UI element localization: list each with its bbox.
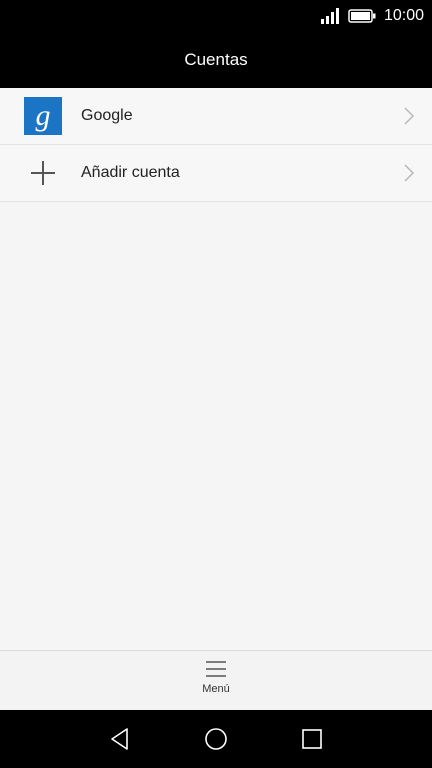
bottom-menu-bar: Menú <box>0 650 432 711</box>
status-time: 10:00 <box>383 7 424 24</box>
recents-icon[interactable] <box>300 727 324 751</box>
status-icons: 10:00 <box>320 0 424 32</box>
navigation-bar <box>0 710 432 768</box>
back-icon[interactable] <box>108 727 132 751</box>
account-item-google[interactable]: g Google <box>0 88 432 145</box>
page-title: Cuentas <box>184 50 248 69</box>
account-label-google: Google <box>81 107 133 124</box>
app-header: Cuentas <box>0 32 432 88</box>
add-account-item[interactable]: Añadir cuenta <box>0 145 432 202</box>
status-bar: 10:00 <box>0 0 432 32</box>
add-account-label: Añadir cuenta <box>81 164 180 181</box>
battery-icon <box>348 9 376 23</box>
chevron-right-icon <box>404 164 414 182</box>
home-icon[interactable] <box>204 727 228 751</box>
signal-icon <box>320 8 339 24</box>
accounts-list: g Google Añadir cuenta <box>0 88 432 202</box>
chevron-right-icon <box>404 107 414 125</box>
menu-label: Menú <box>202 683 230 695</box>
menu-icon <box>206 661 226 677</box>
menu-button[interactable]: Menú <box>186 657 246 707</box>
plus-icon <box>24 154 62 192</box>
google-icon: g <box>24 97 62 135</box>
